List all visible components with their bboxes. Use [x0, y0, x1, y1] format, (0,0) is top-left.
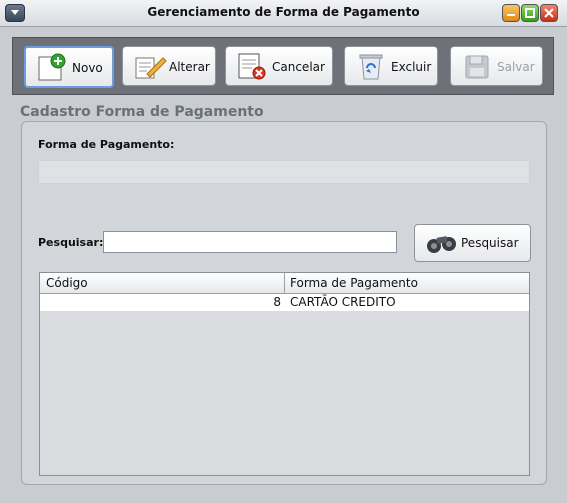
table-row[interactable]: 8 CARTÃO CREDITO — [40, 294, 529, 311]
binoculars-icon — [427, 236, 456, 253]
excluir-button[interactable]: Excluir — [344, 46, 438, 86]
close-icon — [544, 8, 554, 18]
forma-pagamento-label: Forma de Pagamento: — [38, 138, 175, 151]
maximize-button[interactable] — [521, 4, 539, 22]
salvar-label: Salvar — [497, 60, 535, 74]
save-disk-icon — [465, 55, 489, 79]
excluir-label: Excluir — [391, 60, 432, 74]
edit-document-icon — [135, 57, 167, 79]
minimize-button[interactable] — [502, 4, 520, 22]
column-header-codigo[interactable]: Código — [46, 276, 88, 290]
toolbar: Novo Alterar Cancelar Excluir Salvar — [12, 37, 554, 95]
app-window: Gerenciamento de Forma de Pagamento Novo — [0, 0, 567, 503]
cancel-document-icon — [238, 53, 266, 80]
column-header-forma[interactable]: Forma de Pagamento — [290, 276, 418, 290]
table-header: Código Forma de Pagamento — [40, 273, 529, 294]
cell-codigo: 8 — [273, 295, 281, 309]
column-divider[interactable] — [284, 273, 285, 293]
pesquisar-label: Pesquisar: — [38, 236, 104, 249]
forma-pagamento-field[interactable] — [38, 160, 530, 184]
cell-forma: CARTÃO CREDITO — [290, 295, 396, 309]
cancelar-label: Cancelar — [272, 60, 325, 74]
novo-label: Novo — [72, 61, 103, 75]
close-button[interactable] — [540, 4, 558, 22]
alterar-label: Alterar — [169, 60, 210, 74]
salvar-button[interactable]: Salvar — [450, 46, 543, 86]
alterar-button[interactable]: Alterar — [122, 46, 216, 86]
title-bar: Gerenciamento de Forma de Pagamento — [0, 0, 567, 27]
cancelar-button[interactable]: Cancelar — [225, 46, 333, 86]
novo-button[interactable]: Novo — [24, 46, 114, 88]
panel-title: Cadastro Forma de Pagamento — [20, 104, 264, 120]
results-table: Código Forma de Pagamento 8 CARTÃO CREDI… — [39, 272, 530, 476]
maximize-icon — [525, 8, 535, 18]
recycle-bin-icon — [359, 54, 383, 80]
pesquisar-input[interactable] — [103, 231, 397, 253]
pesquisar-button-label: Pesquisar — [461, 236, 519, 250]
pesquisar-button[interactable]: Pesquisar — [414, 224, 531, 262]
window-title: Gerenciamento de Forma de Pagamento — [147, 5, 420, 19]
minimize-icon — [507, 14, 515, 16]
new-document-icon — [38, 53, 66, 81]
